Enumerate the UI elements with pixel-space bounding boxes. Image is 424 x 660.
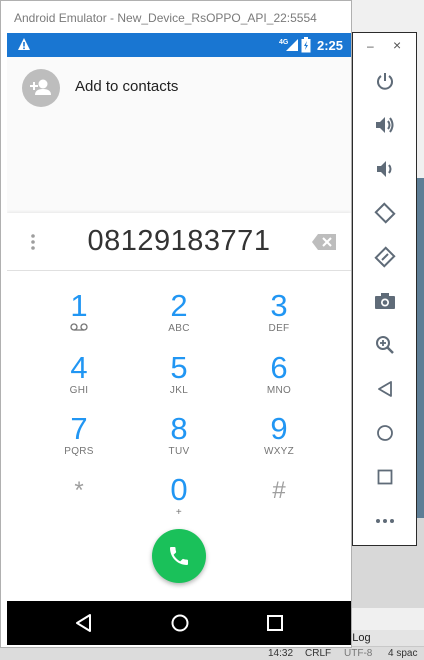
android-nav-bar — [7, 601, 351, 645]
zoom-button[interactable] — [371, 331, 399, 359]
key-digit: 2 — [170, 288, 188, 323]
key-4[interactable]: 4 GHI — [29, 351, 129, 411]
key-hash[interactable]: # — [229, 473, 329, 533]
key-digit: 7 — [70, 411, 88, 446]
emulator-title: Android Emulator - New_Device_RsOPPO_API… — [1, 1, 351, 33]
key-letters: PQRS — [64, 446, 94, 457]
rotate-right-icon — [374, 246, 396, 268]
signal-icon — [286, 39, 298, 51]
add-person-icon — [22, 69, 60, 107]
clock: 2:25 — [317, 38, 344, 53]
rotate-left-button[interactable] — [371, 199, 399, 227]
key-letters: WXYZ — [263, 446, 295, 457]
camera-icon — [375, 293, 395, 309]
voicemail-icon — [70, 323, 88, 331]
key-digit: 1 — [70, 288, 88, 323]
emulator-toolbar: – × — [352, 32, 417, 546]
dialed-number-row: 08129183771 — [7, 213, 351, 271]
key-star[interactable]: * — [29, 473, 129, 533]
key-digit: 8 — [170, 411, 188, 446]
minimize-button[interactable]: – — [367, 39, 374, 53]
dialed-number[interactable]: 08129183771 — [7, 225, 351, 258]
key-1[interactable]: 1 — [29, 289, 129, 349]
status-time: 14:32 — [268, 648, 294, 659]
status-crlf[interactable]: CRLF — [305, 648, 331, 659]
emulator-window: Android Emulator - New_Device_RsOPPO_API… — [0, 0, 352, 648]
close-button[interactable]: × — [393, 37, 401, 53]
back-button[interactable] — [371, 375, 399, 403]
key-letters: GHI — [69, 385, 89, 396]
rotate-right-button[interactable] — [371, 243, 399, 271]
key-digit: 6 — [270, 350, 288, 385]
key-5[interactable]: 5 JKL — [129, 351, 229, 411]
key-digit: 3 — [270, 288, 288, 323]
back-icon — [378, 381, 392, 397]
key-8[interactable]: 8 TUV — [129, 412, 229, 472]
volume-up-icon — [376, 117, 394, 133]
key-letters: DEF — [268, 323, 290, 334]
key-symbol: * — [74, 477, 84, 504]
key-digit: 0 — [170, 472, 188, 507]
backspace-icon[interactable] — [312, 234, 336, 250]
key-letters: TUV — [168, 446, 190, 457]
volume-down-button[interactable] — [371, 155, 399, 183]
home-icon[interactable] — [170, 613, 190, 633]
home-button[interactable] — [371, 419, 399, 447]
volume-down-icon — [377, 161, 392, 177]
status-encoding[interactable]: UTF-8 — [344, 648, 372, 659]
power-button[interactable] — [371, 67, 399, 95]
recents-icon[interactable] — [266, 614, 284, 632]
more-button[interactable] — [371, 507, 399, 535]
key-digit: 9 — [270, 411, 288, 446]
add-to-contacts-label: Add to contacts — [75, 78, 179, 95]
back-icon[interactable] — [75, 613, 93, 633]
overview-button[interactable] — [371, 463, 399, 491]
battery-icon — [301, 37, 311, 53]
screenshot-button[interactable] — [371, 287, 399, 315]
add-to-contacts-row[interactable]: Add to contacts — [7, 57, 351, 119]
key-6[interactable]: 6 MNO — [229, 351, 329, 411]
home-icon — [377, 425, 393, 441]
key-digit: 4 — [70, 350, 88, 385]
key-2[interactable]: 2 ABC — [129, 289, 229, 349]
volume-up-button[interactable] — [371, 111, 399, 139]
key-0[interactable]: 0 + — [129, 473, 229, 533]
ide-status-bar: 14:32 CRLF UTF-8 4 spac — [0, 646, 424, 660]
call-button[interactable] — [152, 529, 206, 583]
phone-icon — [170, 547, 188, 565]
key-letters: MNO — [266, 385, 292, 396]
key-letters: JKL — [169, 385, 189, 396]
key-symbol: # — [272, 477, 286, 504]
key-9[interactable]: 9 WXYZ — [229, 412, 329, 472]
more-icon — [376, 519, 394, 523]
key-3[interactable]: 3 DEF — [229, 289, 329, 349]
key-7[interactable]: 7 PQRS — [29, 412, 129, 472]
overview-icon — [377, 469, 393, 485]
key-letters: ABC — [168, 323, 190, 334]
suggestions-area — [7, 119, 351, 213]
warning-icon — [18, 38, 30, 50]
zoom-in-icon — [376, 336, 394, 354]
key-digit: 5 — [170, 350, 188, 385]
status-indent[interactable]: 4 spac — [388, 648, 417, 659]
ide-log-tab[interactable]: nt Log — [340, 630, 424, 646]
android-status-bar: 4G 2:25 — [7, 33, 351, 57]
rotate-left-icon — [374, 202, 396, 224]
key-letters: + — [175, 507, 183, 518]
power-icon — [377, 73, 393, 90]
phone-screen: 4G 2:25 Add to contacts 08129183771 1 2 … — [7, 33, 351, 645]
